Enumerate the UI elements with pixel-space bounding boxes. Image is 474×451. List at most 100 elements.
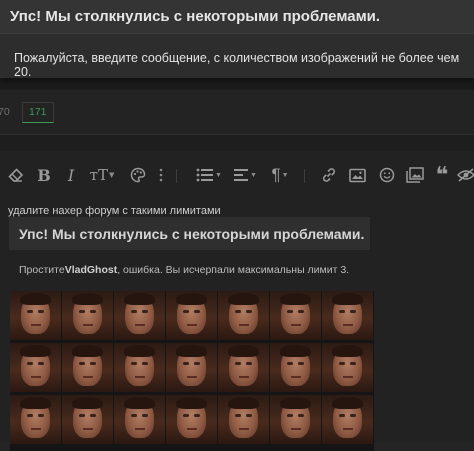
eye-shape: [79, 310, 85, 313]
mouth-shape: [83, 376, 93, 378]
eye-shape: [142, 310, 148, 313]
image-thumbnail[interactable]: [166, 343, 217, 392]
image-thumbnail[interactable]: [218, 291, 269, 340]
hair-shape: [280, 345, 311, 357]
spoiler-icon[interactable]: [456, 164, 474, 186]
eye-shape: [287, 362, 293, 365]
image-thumbnail[interactable]: [322, 395, 373, 444]
image-thumbnail[interactable]: [10, 291, 61, 340]
hair-shape: [72, 345, 103, 357]
hair-shape: [176, 293, 207, 305]
hair-shape: [228, 293, 259, 305]
section-divider: [0, 135, 474, 151]
eye-shape: [90, 362, 96, 365]
eye-shape: [350, 310, 356, 313]
emoji-icon[interactable]: [376, 164, 398, 186]
limit-suffix: , ошибка. Вы исчерпали максимальны лимит…: [117, 264, 350, 276]
eye-shape: [246, 414, 252, 417]
dialog-shadow-band: [0, 78, 474, 90]
image-thumbnail[interactable]: [270, 395, 321, 444]
italic-icon[interactable]: I: [62, 164, 80, 186]
hair-shape: [176, 397, 207, 409]
eraser-icon[interactable]: [6, 164, 26, 186]
image-thumbnail[interactable]: [114, 395, 165, 444]
paragraph-icon[interactable]: ¶ ▼: [266, 164, 294, 186]
eye-shape: [90, 310, 96, 313]
message-editor: B I тT ▼ ▼ ▼ ¶ ▼ ❝ удалите нахер форум с…: [0, 151, 474, 451]
eye-shape: [38, 414, 44, 417]
text-size-icon[interactable]: тT ▼: [86, 164, 118, 186]
link-icon[interactable]: [318, 164, 340, 186]
image-thumbnail[interactable]: [322, 291, 373, 340]
mouth-shape: [343, 376, 353, 378]
hair-shape: [20, 293, 51, 305]
mouth-shape: [135, 324, 145, 326]
hair-shape: [332, 345, 363, 357]
eye-shape: [79, 414, 85, 417]
image-thumbnail[interactable]: [270, 343, 321, 392]
limit-username: VladGhost: [64, 264, 118, 276]
image-thumbnail[interactable]: [62, 291, 113, 340]
mouth-shape: [291, 428, 301, 430]
image-thumbnail[interactable]: [270, 291, 321, 340]
eye-shape: [339, 414, 345, 417]
eye-shape: [183, 310, 189, 313]
image-grid: [10, 291, 374, 451]
error-dialog-header: Упс! Мы столкнулись с некоторыми проблем…: [0, 0, 474, 34]
limit-prefix: Простите: [19, 264, 65, 276]
page-link-current[interactable]: 171: [22, 102, 54, 123]
eye-shape: [339, 310, 345, 313]
error-dialog-message: Пожалуйста, введите сообщение, с количес…: [14, 51, 460, 79]
eye-shape: [350, 414, 356, 417]
list-icon[interactable]: ▼: [194, 164, 224, 186]
mouth-shape: [83, 324, 93, 326]
image-icon[interactable]: [346, 164, 368, 186]
image-thumbnail[interactable]: [10, 343, 61, 392]
eye-shape: [38, 362, 44, 365]
mouth-shape: [187, 428, 197, 430]
image-thumbnail[interactable]: [218, 395, 269, 444]
hair-shape: [72, 293, 103, 305]
hair-shape: [124, 293, 155, 305]
eye-shape: [27, 310, 33, 313]
toolbar-separator: [304, 169, 305, 183]
mouth-shape: [31, 428, 41, 430]
mouth-shape: [135, 376, 145, 378]
image-thumbnail[interactable]: [218, 343, 269, 392]
hair-shape: [332, 293, 363, 305]
mouth-shape: [239, 428, 249, 430]
image-thumbnail[interactable]: [322, 343, 373, 392]
mouth-shape: [239, 324, 249, 326]
eye-shape: [235, 310, 241, 313]
page-link-partial[interactable]: 70: [0, 106, 10, 118]
hair-shape: [72, 397, 103, 409]
eye-shape: [235, 362, 241, 365]
eye-shape: [287, 414, 293, 417]
image-thumbnail[interactable]: [114, 343, 165, 392]
quote-icon[interactable]: ❝: [432, 164, 452, 186]
hair-shape: [124, 345, 155, 357]
image-thumbnail[interactable]: [114, 291, 165, 340]
bold-icon[interactable]: B: [34, 164, 54, 186]
eye-shape: [27, 414, 33, 417]
image-thumbnail[interactable]: [166, 395, 217, 444]
more-options-icon[interactable]: [154, 164, 168, 186]
eye-shape: [183, 362, 189, 365]
mouth-shape: [291, 376, 301, 378]
eye-shape: [194, 414, 200, 417]
image-thumbnail[interactable]: [10, 395, 61, 444]
mouth-shape: [187, 376, 197, 378]
eye-shape: [246, 362, 252, 365]
media-gallery-icon[interactable]: [404, 164, 426, 186]
palette-icon[interactable]: [128, 164, 148, 186]
hair-shape: [20, 345, 51, 357]
image-thumbnail[interactable]: [166, 291, 217, 340]
eye-shape: [131, 362, 137, 365]
toolbar-separator: [176, 169, 177, 183]
hair-shape: [176, 345, 207, 357]
image-thumbnail[interactable]: [62, 343, 113, 392]
hair-shape: [20, 397, 51, 409]
align-icon[interactable]: ▼: [230, 164, 260, 186]
image-thumbnail[interactable]: [62, 395, 113, 444]
mouth-shape: [135, 428, 145, 430]
